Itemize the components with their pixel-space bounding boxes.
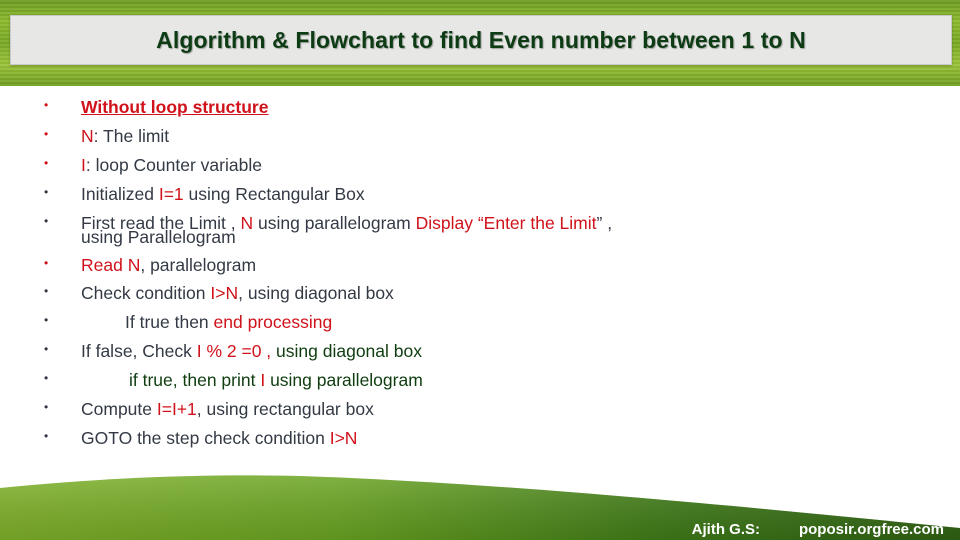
bullet-icon: • [44,342,49,357]
list-item-text: Compute I=I+1, using rectangular box [81,399,374,420]
bullet-icon: • [44,98,49,112]
text-segment: if true, then print [129,370,261,391]
text-segment: , using rectangular box [196,399,374,420]
bullet-icon: • [44,400,49,415]
bullet-icon: • [44,284,49,299]
list-item-text: Read N, parallelogram [81,255,256,276]
text-segment: Without loop structure [81,97,269,117]
footer-site: poposir.orgfree.com [798,521,944,538]
list-item: • First read the Limit , N using parallel… [0,210,960,252]
text-segment: using Rectangular Box [183,183,365,204]
bullet-icon: • [44,313,49,328]
footer-author: Ajith G.S: [691,521,760,538]
list-item-text: I: loop Counter variable [81,155,262,176]
bullet-icon: • [44,213,49,228]
list-item-text: N: The limit [81,126,169,147]
list-item: • If true then end processing [0,309,960,338]
text-segment: , parallelogram [140,254,257,275]
text-segment: using parallelogram [253,212,416,233]
slide-title: Algorithm & Flowchart to find Even numbe… [156,26,806,53]
text-segment: ” , [596,212,613,233]
text-segment: using diagonal box [276,341,422,362]
text-segment: I=I+1 [156,399,197,420]
list-item: • Initialized I=1 using Rectangular Box [0,181,960,210]
list-item: • if true, then print I using parallelogr… [0,367,960,396]
text-segment: end processing [213,312,333,333]
list-item: • Compute I=I+1, using rectangular box [0,396,960,425]
text-segment: N [81,125,94,146]
text-segment: I>N [210,283,239,304]
bullet-icon: • [44,255,49,270]
list-item-text: If true then end processing [125,312,332,333]
title-box: Algorithm & Flowchart to find Even numbe… [10,15,952,65]
text-segment: I % 2 =0 , [196,341,277,362]
list-item-text-continued: using Parallelogram [81,226,236,247]
text-segment: If true then [125,312,214,333]
text-segment: If false, Check [81,341,197,362]
text-segment: I=1 [158,183,184,204]
text-segment: : The limit [93,125,170,146]
list-item-text: if true, then print I using parallelogra… [129,370,423,391]
text-segment: , using diagonal box [238,283,394,304]
text-segment: Initialized [81,183,159,204]
list-item-text: Check condition I>N, using diagonal box [81,283,394,304]
list-item: • Without loop structure [0,94,960,123]
list-item: • N: The limit [0,123,960,152]
text-segment: : loop Counter variable [85,154,262,175]
text-segment: Display “Enter the Limit [415,212,597,233]
text-segment: Read N [81,254,141,275]
text-segment: using parallelogram [265,370,423,391]
bullet-icon: • [44,126,49,141]
list-item-text: Without loop structure [81,97,268,118]
bullet-icon: • [44,184,49,199]
list-item: • If false, Check I % 2 =0 , using diagon… [0,338,960,367]
list-item-text: Initialized I=1 using Rectangular Box [81,184,365,205]
text-segment: Compute [81,399,157,420]
text-segment: Check condition [81,283,211,304]
list-item: • I: loop Counter variable [0,152,960,181]
text-segment: N [240,212,254,233]
list-item: • Read N, parallelogram [0,252,960,281]
bullet-icon: • [44,155,49,170]
bullet-icon: • [44,371,49,386]
list-item: • Check condition I>N, using diagonal box [0,280,960,309]
bullet-list: • Without loop structure • N: The limit • I: … [0,94,960,454]
list-item-text: If false, Check I % 2 =0 , using diagona… [81,341,422,362]
